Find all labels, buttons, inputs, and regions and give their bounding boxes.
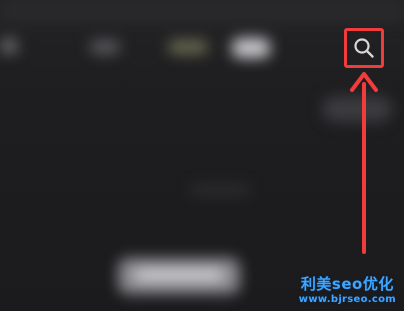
- search-icon[interactable]: [352, 36, 376, 60]
- app-screen: 利美seo优化 www.bjrseo.com: [0, 0, 404, 311]
- watermark-url: www.bjrseo.com: [298, 294, 396, 305]
- status-bar: [0, 0, 404, 22]
- top-tab-2: [90, 40, 120, 54]
- top-tab-active: [232, 38, 270, 58]
- top-tab-1: [0, 38, 18, 54]
- search-button-highlight[interactable]: [344, 28, 384, 68]
- watermark-title: 利美seo优化: [300, 275, 394, 293]
- top-tab-3: [168, 40, 208, 54]
- blurred-bottom-button-label: [134, 268, 224, 282]
- red-arrow-annotation: [350, 72, 378, 254]
- watermark: 利美seo优化 www.bjrseo.com: [299, 273, 396, 305]
- blurred-content: [190, 185, 250, 195]
